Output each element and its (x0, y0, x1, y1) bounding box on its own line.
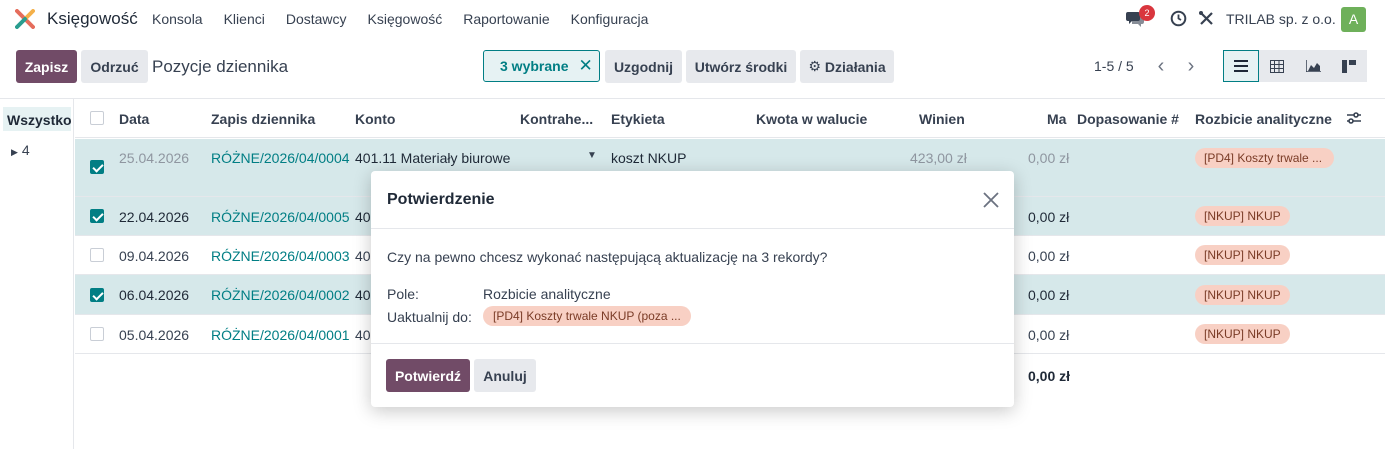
cancel-button[interactable]: Anuluj (474, 359, 536, 392)
field-label: Pole: (387, 286, 419, 302)
update-label: Uaktualnij do: (387, 309, 472, 325)
close-icon[interactable] (981, 190, 1001, 210)
dialog-question: Czy na pewno chcesz wykonać następującą … (387, 249, 828, 265)
dialog-divider (371, 343, 1014, 344)
field-value: Rozbicie analityczne (483, 286, 611, 302)
dialog-divider (371, 228, 1014, 229)
confirm-button[interactable]: Potwierdź (386, 359, 470, 392)
dialog-title: Potwierdzenie (387, 191, 495, 208)
update-value-tag: [PD4] Koszty trwale NKUP (poza ... (483, 306, 691, 326)
confirmation-dialog: Potwierdzenie Czy na pewno chcesz wykona… (371, 171, 1014, 407)
